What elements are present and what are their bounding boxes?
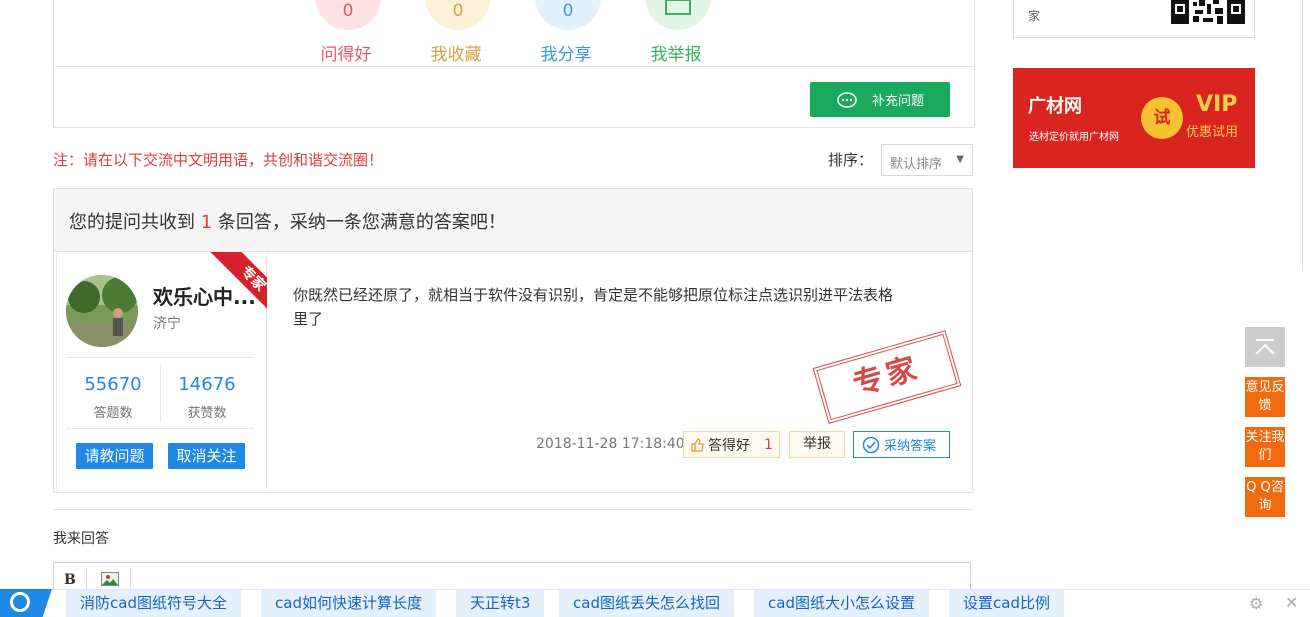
expert-ribbon-label: 专家 — [209, 252, 267, 317]
avatar[interactable] — [66, 275, 138, 347]
supplement-question-button[interactable]: 补充问题 — [810, 82, 950, 117]
unfollow-button[interactable]: 取消关注 — [168, 443, 245, 469]
report-icon — [665, 0, 691, 15]
qr-caption: 家 — [1028, 9, 1041, 23]
ad-trial-badge: 试 — [1141, 97, 1183, 139]
hot-search-tag[interactable]: cad如何快速计算长度 — [261, 590, 436, 617]
qr-code-icon — [1171, 0, 1245, 24]
divider — [66, 428, 254, 429]
gear-icon[interactable]: ⚙ — [1249, 594, 1263, 613]
answer-count-text: 您的提问共收到 1 条回答，采纳一条您满意的答案吧！ — [69, 212, 506, 233]
answerer-city: 济宁 — [153, 316, 181, 332]
my-answer-heading: 我来回答 — [53, 531, 109, 547]
good-answer-label: 答得好 — [708, 437, 750, 454]
chat-icon — [837, 91, 857, 108]
report-answer-button[interactable]: 举报 — [789, 431, 845, 458]
divider — [53, 66, 975, 67]
share-label[interactable]: 我分享 — [516, 40, 616, 65]
likes-count: 14676 — [178, 374, 236, 395]
qq-consult-button[interactable]: Q Q咨询 — [1245, 477, 1285, 517]
back-to-top-button[interactable] — [1245, 327, 1285, 367]
hot-search-tag[interactable]: 天正转t3 — [456, 590, 545, 617]
answer-text: 你既然已经还原了，就相当于软件没有识别，肯定是不能够把原位标注点选识别进平法表格… — [293, 286, 894, 328]
insert-image-icon[interactable] — [101, 572, 119, 586]
ad-slogan: 选材定价就用广材网 — [1029, 132, 1119, 143]
sort-select[interactable]: 默认排序 ▼ — [881, 144, 973, 176]
sort-label: 排序： — [828, 151, 874, 169]
hot-search-tag[interactable]: 消防cad图纸符号大全 — [66, 590, 241, 617]
arrow-up-icon — [1255, 339, 1275, 355]
bold-button[interactable]: B — [64, 572, 76, 588]
divider — [66, 357, 254, 358]
divider — [130, 568, 131, 590]
likes-caption: 获赞数 — [187, 406, 227, 421]
report-label[interactable]: 我举报 — [626, 40, 726, 65]
accept-answer-label: 采纳答案 — [884, 439, 937, 454]
ad-logo: 广材网 — [1028, 96, 1082, 117]
chevron-down-icon: ▼ — [956, 154, 964, 165]
expert-ribbon: 专家 — [207, 252, 267, 317]
ad-banner[interactable] — [1013, 68, 1255, 168]
accept-answer-button[interactable]: 采纳答案 — [853, 431, 950, 458]
ask-question-button[interactable]: 请教问题 — [76, 443, 153, 469]
divider — [53, 509, 974, 510]
feedback-button[interactable]: 意见反馈 — [1245, 377, 1285, 417]
divider — [86, 568, 87, 590]
collect-label[interactable]: 我收藏 — [406, 40, 506, 65]
divider — [1302, 0, 1303, 270]
follow-us-button[interactable]: 关注我们 — [1245, 427, 1285, 467]
civility-notice: 注：请在以下交流中文明用语，共创和谐交流圈！ — [53, 151, 384, 169]
answer-time: 2018-11-28 17:18:40 — [536, 436, 685, 452]
good-answer-button[interactable]: 答得好 1 — [683, 431, 780, 458]
supplement-question-label: 补充问题 — [871, 94, 924, 109]
answers-count: 55670 — [84, 374, 142, 395]
hot-search-tag[interactable]: 设置cad比例 — [949, 590, 1064, 617]
hot-search-tag[interactable]: cad图纸丢失怎么找回 — [559, 590, 734, 617]
ad-vip: VIP — [1196, 92, 1238, 117]
like-question-label[interactable]: 问得好 — [296, 40, 396, 65]
answers-caption: 答题数 — [93, 406, 133, 421]
check-circle-icon — [862, 436, 880, 453]
good-answer-count: 1 — [764, 436, 773, 453]
thumbs-up-icon — [691, 437, 704, 452]
close-icon[interactable]: ✕ — [1285, 593, 1298, 612]
ad-vip-sub: 优惠试用 — [1186, 125, 1239, 140]
hot-search-tag[interactable]: cad图纸大小怎么设置 — [754, 590, 929, 617]
sort-selected-value: 默认排序 — [890, 157, 943, 172]
answer-count: 1 — [200, 212, 213, 233]
